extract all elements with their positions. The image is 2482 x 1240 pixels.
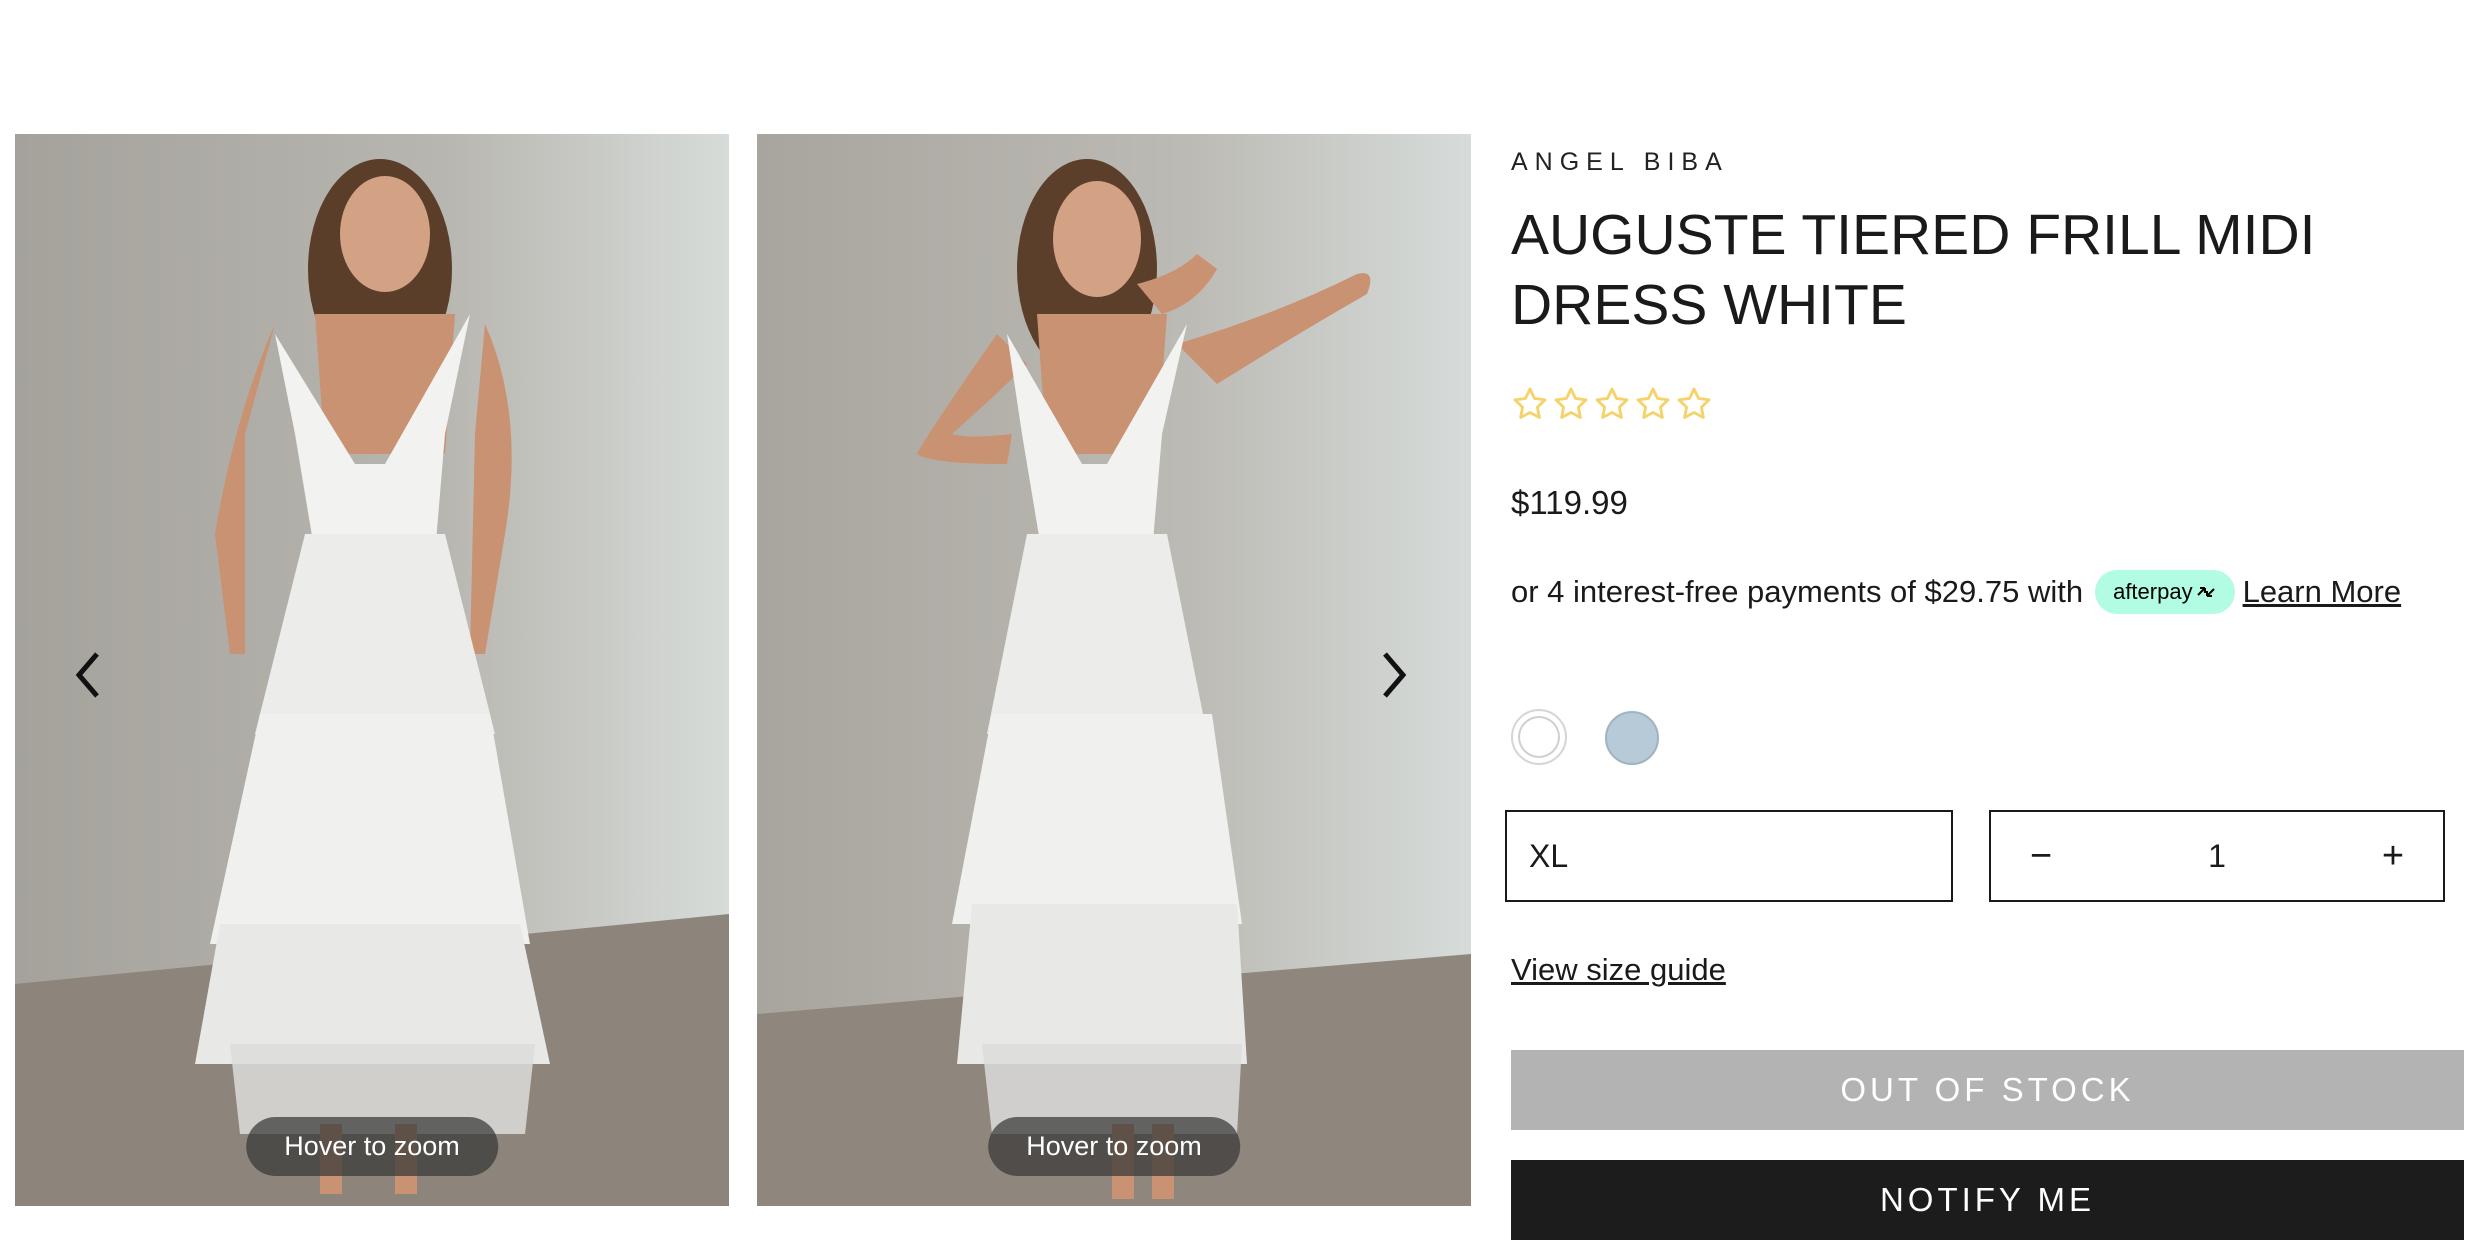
star-icon	[1554, 387, 1588, 419]
afterpay-text: or 4 interest-free payments of $29.75 wi…	[1511, 574, 2084, 609]
quantity-stepper: − 1 +	[1989, 810, 2445, 902]
chevron-right-icon	[1383, 652, 1407, 698]
brand-name[interactable]: ANGEL BIBA	[1511, 148, 1729, 177]
selected-size: XL	[1529, 837, 1569, 874]
afterpay-message: or 4 interest-free payments of $29.75 wi…	[1511, 570, 2401, 614]
hover-to-zoom-label: Hover to zoom	[988, 1117, 1240, 1176]
rating-stars[interactable]	[1511, 385, 1713, 423]
star-icon	[1595, 387, 1629, 419]
afterpay-badge: afterpay	[2095, 570, 2235, 614]
star-icon	[1513, 387, 1547, 419]
size-select[interactable]: XL	[1505, 810, 1953, 902]
color-swatch-blue[interactable]	[1605, 711, 1659, 765]
star-icon	[1677, 387, 1711, 419]
hover-to-zoom-label: Hover to zoom	[246, 1117, 498, 1176]
gallery-next-button[interactable]	[1364, 645, 1424, 705]
color-swatch-white[interactable]	[1511, 709, 1567, 765]
star-icon	[1636, 387, 1670, 419]
out-of-stock-button[interactable]: OUT OF STOCK	[1511, 1050, 2464, 1130]
dress-photo-front	[15, 134, 729, 1206]
product-title: AUGUSTE TIERED FRILL MIDI DRESS WHITE	[1511, 203, 2316, 337]
notify-me-button[interactable]: NOTIFY ME	[1511, 1160, 2464, 1240]
size-guide-link[interactable]: View size guide	[1511, 952, 1726, 988]
gallery-prev-button[interactable]	[58, 645, 118, 705]
afterpay-arrows-icon	[2196, 587, 2215, 597]
decrease-quantity-button[interactable]: −	[2021, 835, 2061, 878]
quantity-value[interactable]: 1	[2208, 838, 2226, 875]
product-image-1[interactable]: Hover to zoom	[15, 134, 729, 1206]
afterpay-logo-text: afterpay	[2113, 579, 2193, 604]
product-price: $119.99	[1511, 484, 1628, 521]
chevron-left-icon	[75, 652, 99, 698]
learn-more-link[interactable]: Learn More	[2243, 574, 2402, 610]
increase-quantity-button[interactable]: +	[2373, 835, 2413, 878]
